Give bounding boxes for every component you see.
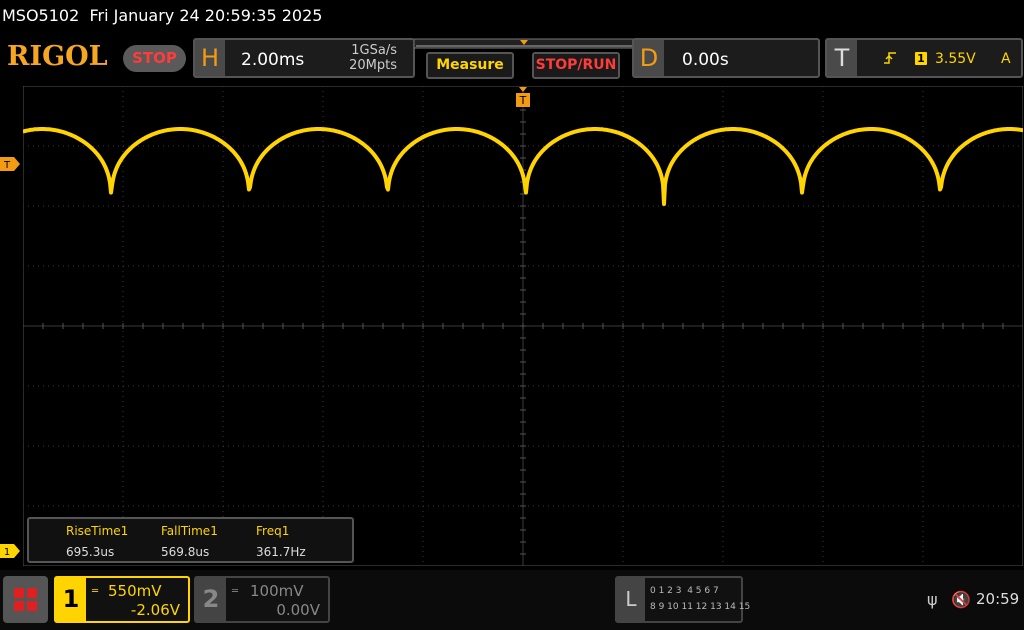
trigger-coupling: A bbox=[1001, 51, 1011, 67]
trigger-level: 3.55V bbox=[935, 51, 976, 67]
sample-rate: 1GSa/s bbox=[351, 43, 397, 58]
dc-coupling-icon: ═ bbox=[92, 586, 99, 597]
logic-analyzer-label: L bbox=[617, 578, 645, 621]
measurement-panel[interactable]: RiseTime1 695.3us FallTime1 569.8us Freq… bbox=[27, 517, 354, 563]
menu-button[interactable] bbox=[3, 576, 48, 623]
usb-icon: ψ bbox=[927, 590, 938, 609]
channel1-label: 1 bbox=[56, 578, 86, 621]
trigger-label: T bbox=[827, 40, 857, 76]
delay-value: 0.00s bbox=[682, 50, 729, 70]
measurement-value: 361.7Hz bbox=[256, 545, 306, 559]
delay-label: D bbox=[634, 40, 664, 76]
rigol-logo: RIGOL bbox=[7, 41, 108, 72]
title-text: MSO5102 Fri January 24 20:59:35 2025 bbox=[2, 6, 323, 25]
measurement-value: 569.8us bbox=[161, 545, 210, 559]
measurement-value: 695.3us bbox=[66, 545, 115, 559]
channel2-scale: 100mV bbox=[250, 582, 304, 600]
channel1-offset: -2.06V bbox=[130, 601, 180, 619]
digital-channels-row2: 8 9 10 11 12 13 14 15 bbox=[650, 602, 751, 612]
measure-button[interactable]: Measure bbox=[426, 52, 514, 79]
channel1-settings[interactable]: 1 ═ 550mV -2.06V bbox=[54, 576, 190, 623]
measurement-label: RiseTime1 bbox=[66, 524, 129, 538]
svg-text:1: 1 bbox=[4, 547, 10, 558]
dc-coupling-icon: ═ bbox=[232, 586, 239, 597]
channel2-offset: 0.00V bbox=[276, 601, 320, 619]
logic-analyzer-panel[interactable]: L 0 1 2 3 4 5 6 7 8 9 10 11 12 13 14 15 bbox=[615, 576, 750, 623]
trigger-level-marker[interactable]: T bbox=[0, 157, 20, 171]
svg-text:T: T bbox=[3, 160, 11, 171]
trigger-position-marker[interactable]: T bbox=[516, 87, 530, 109]
trigger-source-badge: 1 bbox=[915, 52, 927, 65]
run-state-badge[interactable]: STOP bbox=[123, 45, 186, 72]
horizontal-label: H bbox=[195, 40, 225, 76]
rising-edge-icon bbox=[884, 52, 896, 64]
clock: 20:59 bbox=[976, 590, 1020, 608]
channel2-label: 2 bbox=[196, 578, 226, 621]
graticule bbox=[23, 86, 1023, 566]
measurement-label: FallTime1 bbox=[161, 524, 218, 538]
measurement-label: Freq1 bbox=[256, 524, 290, 538]
mute-icon[interactable]: 🔇 bbox=[951, 590, 971, 609]
channel1-scale: 550mV bbox=[108, 582, 162, 600]
waveform-display[interactable] bbox=[23, 86, 1023, 566]
memory-timeline bbox=[414, 38, 636, 49]
grid-menu-icon bbox=[14, 588, 37, 611]
horizontal-panel[interactable]: H 2.00ms 1GSa/s 20Mpts bbox=[193, 38, 415, 78]
delay-panel[interactable]: D 0.00s bbox=[632, 38, 820, 78]
timebase-value: 2.00ms bbox=[241, 50, 305, 70]
acquisition-info: 1GSa/s 20Mpts bbox=[349, 43, 397, 73]
digital-channels-row1: 0 1 2 3 4 5 6 7 bbox=[650, 586, 719, 596]
stop-run-button[interactable]: STOP/RUN bbox=[532, 52, 620, 79]
svg-text:T: T bbox=[519, 94, 527, 107]
channel1-offset-marker[interactable]: 1 bbox=[0, 544, 20, 558]
title-bar: MSO5102 Fri January 24 20:59:35 2025 bbox=[0, 0, 1024, 36]
channel2-settings[interactable]: 2 ═ 100mV 0.00V bbox=[194, 576, 330, 623]
memory-depth: 20Mpts bbox=[349, 58, 397, 73]
trigger-panel[interactable]: T 1 3.55V A bbox=[825, 38, 1023, 78]
